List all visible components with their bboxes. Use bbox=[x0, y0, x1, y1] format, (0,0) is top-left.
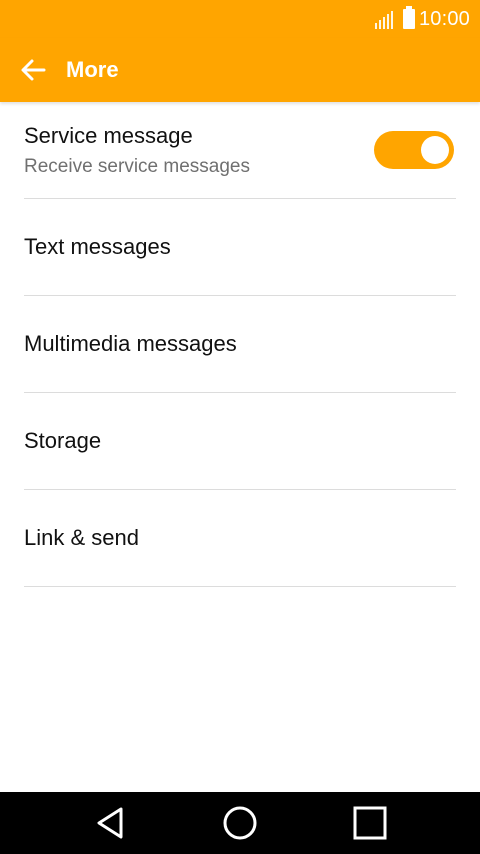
setting-row-text-messages[interactable]: Text messages bbox=[24, 199, 456, 296]
setting-label: Storage bbox=[24, 428, 102, 453]
back-triangle-icon bbox=[97, 807, 123, 839]
setting-title: Service message bbox=[24, 122, 193, 148]
home-circle-icon bbox=[223, 806, 257, 840]
setting-label: Text messages bbox=[24, 234, 171, 259]
screen: 10:00 More Service message Receive servi… bbox=[0, 0, 480, 854]
navigation-bar bbox=[0, 792, 480, 854]
settings-list: Service message Receive service messages… bbox=[0, 102, 480, 587]
page-title: More bbox=[66, 57, 119, 82]
nav-recents-button[interactable] bbox=[305, 792, 435, 854]
signal-icon bbox=[374, 9, 393, 29]
setting-subtitle: Receive service messages bbox=[24, 155, 250, 177]
setting-row-service-message[interactable]: Service message Receive service messages bbox=[24, 102, 456, 199]
back-button[interactable] bbox=[0, 38, 66, 102]
nav-back-button[interactable] bbox=[45, 792, 175, 854]
status-time: 10:00 bbox=[418, 7, 470, 30]
setting-label: Multimedia messages bbox=[24, 331, 237, 356]
service-message-toggle[interactable] bbox=[374, 131, 454, 169]
setting-row-storage[interactable]: Storage bbox=[24, 393, 456, 490]
setting-text: Service message Receive service messages bbox=[24, 123, 250, 178]
app-bar: More bbox=[0, 38, 480, 102]
battery-icon bbox=[402, 6, 415, 29]
status-bar: 10:00 bbox=[0, 0, 480, 38]
recents-square-icon bbox=[353, 806, 387, 840]
nav-home-button[interactable] bbox=[175, 792, 305, 854]
toggle-knob bbox=[421, 136, 449, 164]
setting-row-link-and-send[interactable]: Link & send bbox=[24, 490, 456, 587]
back-arrow-icon bbox=[21, 59, 46, 81]
setting-row-multimedia-messages[interactable]: Multimedia messages bbox=[24, 296, 456, 393]
setting-label: Link & send bbox=[24, 525, 139, 550]
